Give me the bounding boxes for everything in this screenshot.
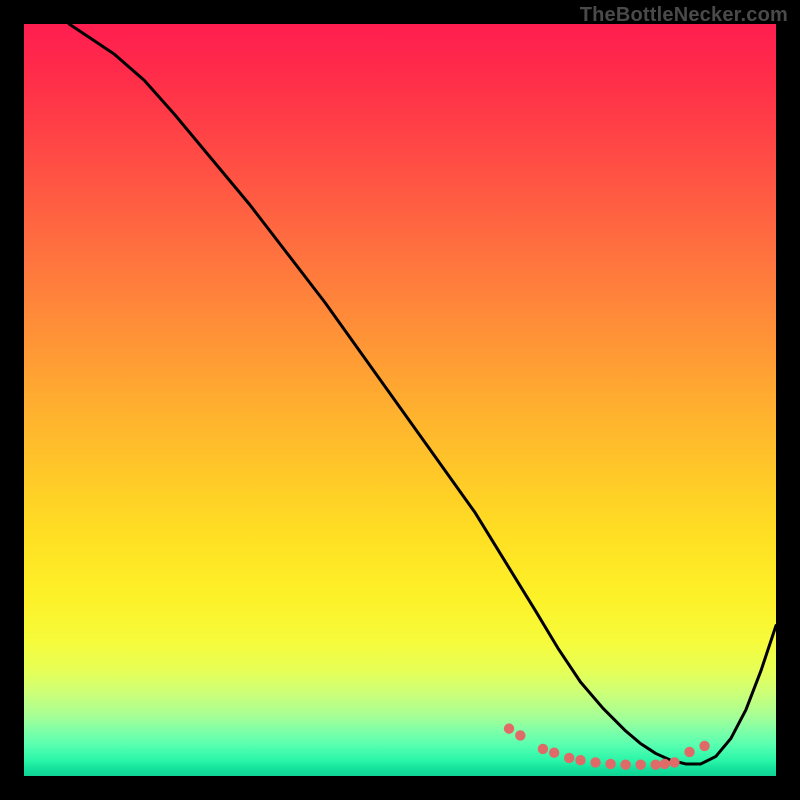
optimal-marker [650,760,660,770]
plot-svg [24,24,776,776]
optimal-marker [549,747,559,757]
plot-area [24,24,776,776]
optimal-marker [699,741,709,751]
optimal-marker [564,753,574,763]
optimal-range-markers [504,723,710,770]
optimal-marker [538,744,548,754]
optimal-marker [575,755,585,765]
optimal-marker [660,759,670,769]
optimal-marker [669,757,679,767]
optimal-marker [620,760,630,770]
optimal-marker [684,747,694,757]
optimal-marker [590,757,600,767]
bottleneck-curve [69,24,776,764]
optimal-marker [635,760,645,770]
optimal-marker [515,730,525,740]
optimal-marker [504,723,514,733]
optimal-marker [605,759,615,769]
chart-stage: TheBottleNecker.com [0,0,800,800]
